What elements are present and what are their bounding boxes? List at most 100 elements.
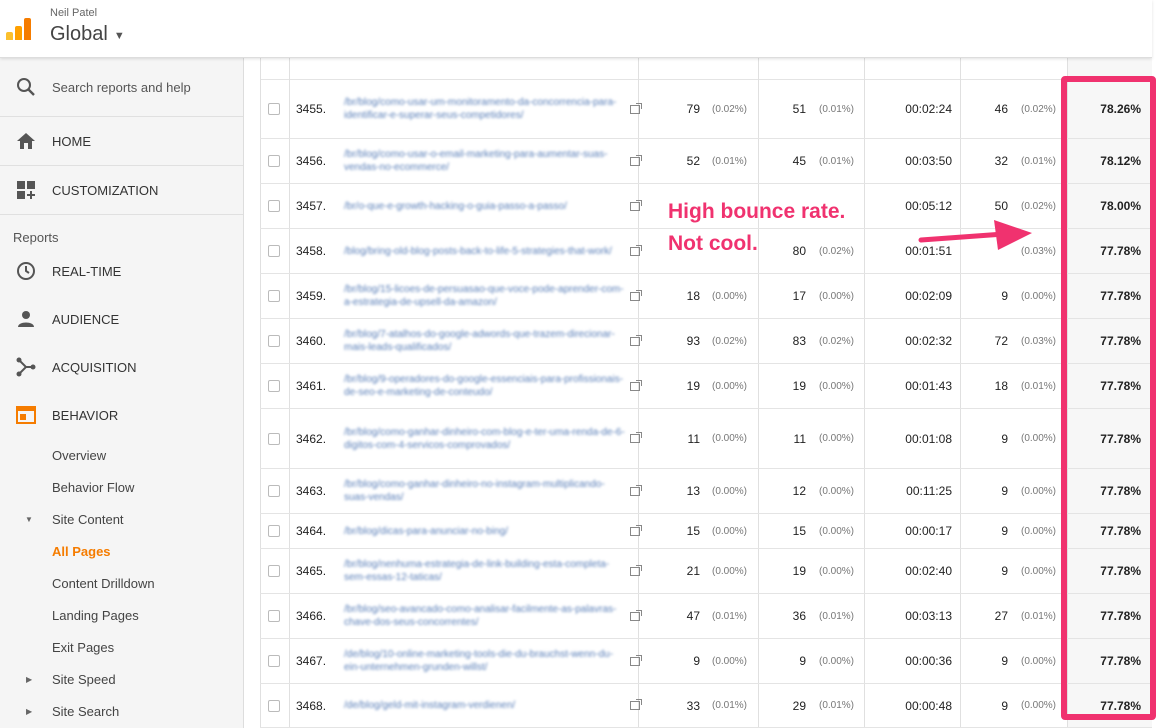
page-path-link[interactable]: /br/blog/dicas-para-anunciar-no-bing/ bbox=[344, 525, 629, 538]
nav-landing-pages[interactable]: Landing Pages bbox=[0, 599, 243, 631]
row-checkbox[interactable] bbox=[268, 380, 280, 392]
clock-icon bbox=[0, 261, 52, 281]
row-index: 3468. bbox=[296, 698, 327, 713]
nav-realtime[interactable]: REAL-TIME bbox=[0, 247, 243, 295]
account-owner: Neil Patel bbox=[50, 7, 98, 19]
row-checkbox[interactable] bbox=[268, 655, 280, 667]
table-row[interactable]: 3468. /de/blog/geld-mit-instagram-verdien… bbox=[260, 684, 1152, 728]
search-input[interactable]: Search reports and help bbox=[52, 80, 191, 95]
row-checkbox-cell bbox=[268, 684, 280, 727]
page-path-link[interactable]: /de/blog/10-online-marketing-tools-die-d… bbox=[344, 648, 629, 674]
pageviews-pct: (0.01%) bbox=[712, 610, 748, 622]
row-checkbox-cell bbox=[268, 639, 280, 683]
table-row[interactable]: 3455. /br/blog/como-usar-um-monitoramento… bbox=[260, 80, 1152, 139]
nav-content-drilldown[interactable]: Content Drilldown bbox=[0, 567, 243, 599]
page-path-link[interactable]: /br/o-que-e-growth-hacking-o-guia-passo-… bbox=[344, 200, 629, 213]
pageviews: 13 bbox=[686, 484, 700, 498]
page-path-link[interactable]: /br/blog/como-usar-um-monitoramento-da-c… bbox=[344, 96, 629, 122]
row-checkbox-cell bbox=[268, 549, 280, 593]
nav-site-speed[interactable]: ▶ Site Speed bbox=[0, 663, 243, 695]
unique-pageviews-pct: (0.00%) bbox=[819, 655, 855, 667]
avg-time-on-page: 00:02:24 bbox=[905, 102, 952, 116]
table-row[interactable]: 3456. /br/blog/como-usar-o-email-marketin… bbox=[260, 139, 1152, 184]
page-path-link[interactable]: /br/blog/9-operadores-do-google-essencia… bbox=[344, 373, 629, 399]
nav-customization[interactable]: CUSTOMIZATION bbox=[0, 166, 243, 215]
entrances-pct: (0.00%) bbox=[1021, 290, 1057, 302]
page-path-link[interactable]: /br/blog/nenhuma-estrategia-de-link-buil… bbox=[344, 558, 629, 584]
page-path-cell: /br/blog/como-usar-um-monitoramento-da-c… bbox=[344, 80, 629, 138]
row-checkbox[interactable] bbox=[268, 335, 280, 347]
entrances: 9 bbox=[1001, 698, 1008, 713]
page-path-link[interactable]: /br/blog/15-licoes-de-persuasao-que-voce… bbox=[344, 283, 629, 309]
page-path-link[interactable]: /br/blog/seo-avancado-como-analisar-faci… bbox=[344, 603, 629, 629]
unique-pageviews-pct: (0.02%) bbox=[819, 335, 855, 347]
sidebar: Search reports and help HOME CUSTOMIZATI… bbox=[0, 58, 244, 728]
row-checkbox-cell bbox=[268, 514, 280, 548]
table-row[interactable]: 3466. /br/blog/seo-avancado-como-analisar… bbox=[260, 594, 1152, 639]
unique-pageviews: 15 bbox=[792, 524, 806, 538]
unique-pageviews-pct: (0.01%) bbox=[819, 700, 855, 711]
nav-behavior-flow[interactable]: Behavior Flow bbox=[0, 471, 243, 503]
table-row[interactable]: 3463. /br/blog/como-ganhar-dinheiro-no-in… bbox=[260, 469, 1152, 514]
row-index: 3462. bbox=[296, 431, 327, 446]
unique-pageviews-pct: (0.01%) bbox=[819, 155, 855, 167]
nav-site-content[interactable]: ▼ Site Content bbox=[0, 503, 243, 535]
unique-pageviews-pct: (0.00%) bbox=[819, 525, 855, 537]
row-checkbox-cell bbox=[268, 80, 280, 138]
row-checkbox[interactable] bbox=[268, 245, 280, 257]
nav-home[interactable]: HOME bbox=[0, 117, 243, 166]
pageviews: 47 bbox=[686, 609, 700, 623]
table-row[interactable]: 3461. /br/blog/9-operadores-do-google-ess… bbox=[260, 364, 1152, 409]
row-checkbox[interactable] bbox=[268, 565, 280, 577]
row-checkbox[interactable] bbox=[268, 610, 280, 622]
table-row[interactable]: 3462. /br/blog/como-ganhar-dinheiro-com-b… bbox=[260, 409, 1152, 469]
nav-behavior-overview[interactable]: Overview bbox=[0, 439, 243, 471]
row-checkbox[interactable] bbox=[268, 155, 280, 167]
page-path-cell: /br/o-que-e-growth-hacking-o-guia-passo-… bbox=[344, 184, 629, 228]
row-checkbox[interactable] bbox=[268, 290, 280, 302]
row-checkbox[interactable] bbox=[268, 103, 280, 115]
analytics-logo-icon[interactable] bbox=[6, 18, 32, 40]
annotation-arrow-icon bbox=[918, 220, 1032, 250]
account-selector[interactable]: Global ▼ bbox=[50, 23, 125, 46]
nav-behavior[interactable]: BEHAVIOR bbox=[0, 391, 243, 439]
nav-exit-pages[interactable]: Exit Pages bbox=[0, 631, 243, 663]
nav-acquisition[interactable]: ACQUISITION bbox=[0, 343, 243, 391]
row-checkbox[interactable] bbox=[268, 525, 280, 537]
entrances-pct: (0.00%) bbox=[1021, 485, 1057, 497]
entrances: 9 bbox=[1001, 654, 1008, 668]
page-path-link[interactable]: /br/blog/como-ganhar-dinheiro-com-blog-e… bbox=[344, 426, 629, 452]
pageviews-pct: (0.01%) bbox=[712, 700, 748, 711]
page-path-link[interactable]: /de/blog/geld-mit-instagram-verdienen/ bbox=[344, 699, 629, 712]
nav-site-content-label: Site Content bbox=[52, 511, 124, 527]
row-checkbox[interactable] bbox=[268, 485, 280, 497]
page-path-cell: /br/blog/7-atalhos-do-google-adwords-que… bbox=[344, 319, 629, 363]
row-checkbox-cell bbox=[268, 594, 280, 638]
search-reports[interactable]: Search reports and help bbox=[0, 58, 243, 117]
table-row[interactable]: 3459. /br/blog/15-licoes-de-persuasao-que… bbox=[260, 274, 1152, 319]
page-path-link[interactable]: /br/blog/como-ganhar-dinheiro-no-instagr… bbox=[344, 478, 629, 504]
row-checkbox[interactable] bbox=[268, 200, 280, 212]
unique-pageviews: 45 bbox=[792, 154, 806, 168]
row-checkbox[interactable] bbox=[268, 699, 280, 712]
acquisition-branch-icon bbox=[0, 357, 52, 377]
collapsed-triangle-icon: ▶ bbox=[26, 706, 33, 716]
nav-site-search[interactable]: ▶ Site Search bbox=[0, 695, 243, 727]
page-path-link[interactable]: /br/blog/como-usar-o-email-marketing-par… bbox=[344, 148, 629, 174]
avg-time-on-page: 00:00:48 bbox=[905, 698, 952, 713]
page-path-link[interactable]: /br/blog/7-atalhos-do-google-adwords-que… bbox=[344, 328, 629, 354]
nav-audience[interactable]: AUDIENCE bbox=[0, 295, 243, 343]
unique-pageviews: 11 bbox=[793, 431, 806, 446]
unique-pageviews: 51 bbox=[792, 102, 806, 116]
table-row[interactable]: 3467. /de/blog/10-online-marketing-tools-… bbox=[260, 639, 1152, 684]
entrances: 32 bbox=[994, 154, 1008, 168]
entrances: 9 bbox=[1001, 289, 1008, 303]
page-path-link[interactable]: /blog/bring-old-blog-posts-back-to-life-… bbox=[344, 245, 629, 258]
table-row[interactable]: 3460. /br/blog/7-atalhos-do-google-adword… bbox=[260, 319, 1152, 364]
nav-all-pages[interactable]: All Pages bbox=[0, 535, 243, 567]
table-row[interactable]: 3464. /br/blog/dicas-para-anunciar-no-bin… bbox=[260, 514, 1152, 549]
table-row[interactable]: 3465. /br/blog/nenhuma-estrategia-de-link… bbox=[260, 549, 1152, 594]
nav-acquisition-label: ACQUISITION bbox=[52, 359, 137, 375]
annotation-line-1: High bounce rate. bbox=[668, 200, 846, 223]
row-checkbox[interactable] bbox=[268, 432, 280, 445]
